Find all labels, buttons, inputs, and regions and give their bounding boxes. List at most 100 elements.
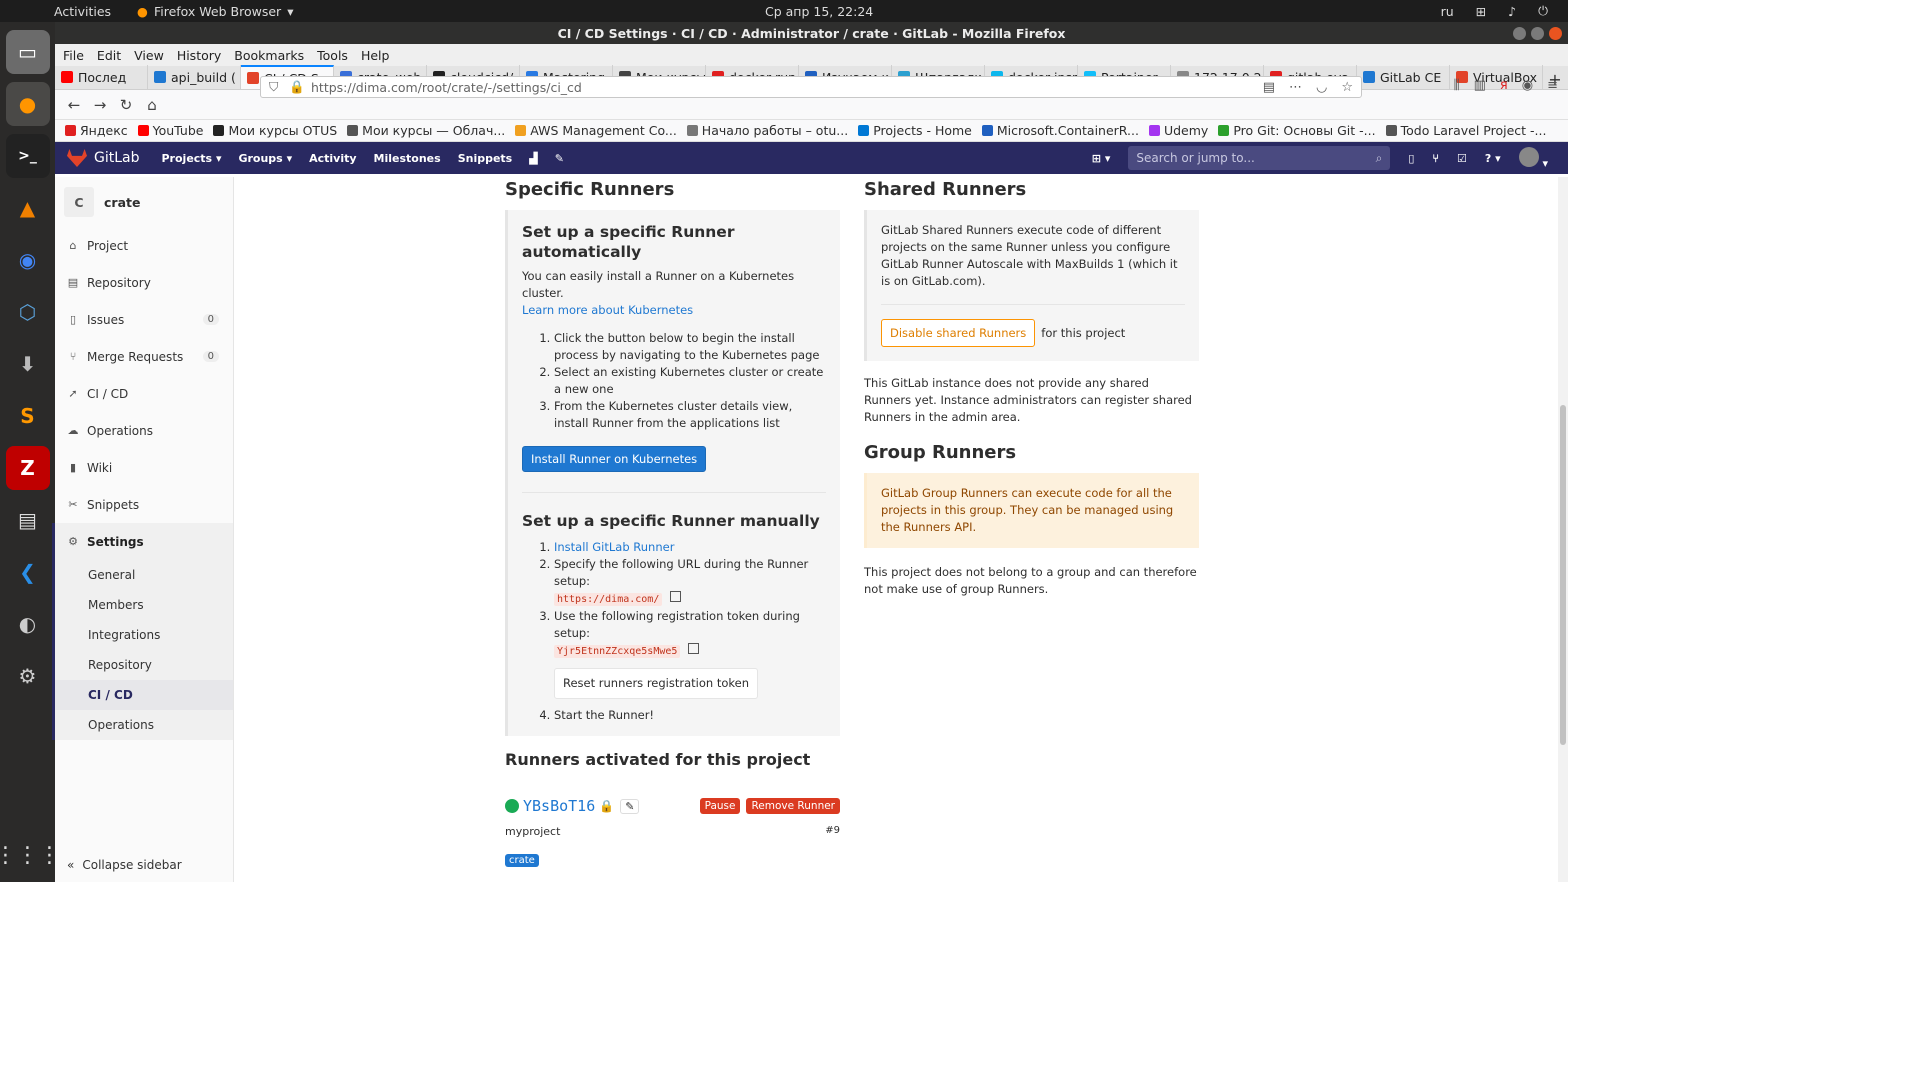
chrome-icon[interactable]: ◉ [6,238,50,282]
menu-help[interactable]: Help [361,48,390,63]
sidebar-item-project[interactable]: ⌂ Project [55,227,233,264]
nav-activity[interactable]: Activity [309,152,356,165]
bookmark-item[interactable]: Microsoft.ContainerR... [981,123,1139,138]
bookmark-item[interactable]: AWS Management Co... [515,123,677,138]
page-scrollbar[interactable] [1558,177,1568,882]
settings-sub-item[interactable]: Operations [55,710,233,740]
page-actions-icon[interactable]: ⋯ [1289,80,1302,95]
scrollbar-thumb[interactable] [1560,405,1566,745]
sublime-icon[interactable]: S [6,394,50,438]
reader-view-icon[interactable]: ▤ [1263,80,1275,95]
todo-icon[interactable]: ☑ [1457,152,1467,165]
bookmark-star-icon[interactable]: ☆ [1341,80,1353,95]
nav-groups[interactable]: Groups ▾ [238,152,292,165]
bookmark-item[interactable]: YouTube [137,123,203,138]
library-icon[interactable]: ⫼ [1454,78,1460,93]
settings-sub-item[interactable]: Repository [55,650,233,680]
sidebar-item-repository[interactable]: ▤ Repository [55,264,233,301]
tab-1[interactable]: api_build ( [148,65,241,89]
settings-tool-icon[interactable]: ⚙ [6,654,50,698]
nav-snippets[interactable]: Snippets [458,152,513,165]
app-grid-icon[interactable]: ⋮⋮⋮ [0,843,61,868]
menu-view[interactable]: View [134,48,164,63]
files-icon[interactable]: ▭ [5,30,50,74]
url-text[interactable]: https://dima.com/root/crate/-/settings/c… [311,80,582,95]
volume-icon[interactable]: ♪ [1508,4,1516,19]
close-button[interactable] [1549,26,1562,40]
collapse-sidebar-button[interactable]: «Collapse sidebar [67,858,182,872]
maximize-button[interactable] [1531,26,1544,40]
minimize-button[interactable] [1513,26,1526,40]
copy-icon[interactable] [688,643,700,654]
edit-runner-icon[interactable]: ✎ [620,798,640,814]
nav-milestones[interactable]: Milestones [374,152,441,165]
filezilla-icon[interactable]: Z [5,446,50,490]
bookmark-item[interactable]: Начало работы – otu... [686,123,848,138]
video-editor-icon[interactable]: ▤ [6,498,50,542]
bookmark-item[interactable]: Pro Git: Основы Git -... [1218,123,1376,138]
bookmark-item[interactable]: Мои курсы OTUS [213,123,337,138]
power-icon[interactable]: ⏻ [1538,3,1548,19]
search-input[interactable]: Search or jump to... ⌕ [1128,146,1391,170]
url-bar[interactable]: ⛉ 🔒 https://dima.com/root/crate/-/settin… [260,76,1362,98]
home-icon[interactable]: ⌂ [139,96,165,114]
bookmark-item[interactable]: Мои курсы — Облач... [347,123,505,138]
terminal-icon[interactable]: >_ [5,134,50,178]
bookmark-item[interactable]: Projects - Home [858,123,972,138]
settings-sub-item[interactable]: CI / CD [55,680,233,710]
activities-button[interactable]: Activities [54,4,111,19]
bookmark-item[interactable]: Todo Laravel Project -... [1385,123,1546,138]
account-icon[interactable]: ◉ [1522,78,1533,93]
reload-icon[interactable]: ↻ [113,96,139,114]
kubernetes-link[interactable]: Learn more about Kubernetes [522,303,693,317]
extension-icon[interactable]: я [1500,78,1508,93]
chart-icon[interactable]: ▟ [529,152,537,165]
issues-icon[interactable]: ▯ [1408,152,1414,165]
settings-sub-item[interactable]: General [55,560,233,590]
installer-icon[interactable]: ⬇ [6,342,50,386]
vlc-icon[interactable]: ▲ [6,186,50,230]
merge-requests-icon[interactable]: ⑂ [1432,152,1439,165]
settings-sub-item[interactable]: Members [55,590,233,620]
install-runner-button[interactable]: Install Runner on Kubernetes [522,446,707,472]
shield-icon[interactable]: ⛉ [269,79,278,95]
menu-history[interactable]: History [177,48,221,63]
app-menu[interactable]: ● Firefox Web Browser ▾ [137,4,293,19]
menu-edit[interactable]: Edit [97,48,121,63]
virtualbox-icon[interactable]: ⬡ [6,290,50,334]
sidebar-item-operations[interactable]: ☁ Operations [55,412,233,449]
sidebar-item-settings[interactable]: ⚙ Settings [55,523,233,560]
pause-runner-button[interactable]: Pause [699,798,741,814]
sidebar-item-snippets[interactable]: ✂ Snippets [55,486,233,523]
sidebar-item-ci-cd[interactable]: ➚ CI / CD [55,375,233,412]
sidebar-item-merge-requests[interactable]: ⑂ Merge Requests 0 [55,338,233,375]
firefox-icon[interactable]: ● [5,82,50,126]
install-gitlab-runner-link[interactable]: Install GitLab Runner [554,540,674,554]
new-item-icon[interactable]: ⊞ ▾ [1092,152,1111,165]
reset-token-button[interactable]: Reset runners registration token [554,668,758,699]
network-icon[interactable]: ⊞ [1476,4,1486,19]
gitlab-logo[interactable]: GitLab [67,149,140,167]
pocket-icon[interactable]: ◡ [1316,80,1327,95]
help-icon[interactable]: ? ▾ [1485,152,1501,165]
copy-icon[interactable] [670,591,682,602]
runner-name-link[interactable]: YBsBoT16 [523,797,595,815]
settings-sub-item[interactable]: Integrations [55,620,233,650]
language-indicator[interactable]: ru [1441,4,1454,19]
vscode-icon[interactable]: ❮ [6,550,50,594]
sidebar-item-issues[interactable]: ▯ Issues 0 [55,301,233,338]
wrench-icon[interactable]: ✎ [555,152,564,165]
clock[interactable]: Ср апр 15, 22:24 [765,4,873,19]
menu-tools[interactable]: Tools [317,48,348,63]
forward-icon[interactable]: → [87,96,113,114]
nav-projects[interactable]: Projects ▾ [162,152,222,165]
disable-shared-runners-button[interactable]: Disable shared Runners [881,319,1036,347]
hamburger-menu-icon[interactable]: ≡ [1547,78,1558,93]
remove-runner-button[interactable]: Remove Runner [746,798,840,814]
tab-0[interactable]: Послед [55,65,148,89]
bookmark-item[interactable]: Udemy [1148,123,1208,138]
gimp-icon[interactable]: ◐ [6,602,50,646]
menu-file[interactable]: File [63,48,84,63]
sidebar-item-wiki[interactable]: ▮ Wiki [55,449,233,486]
user-avatar[interactable]: ▾ [1518,146,1548,170]
